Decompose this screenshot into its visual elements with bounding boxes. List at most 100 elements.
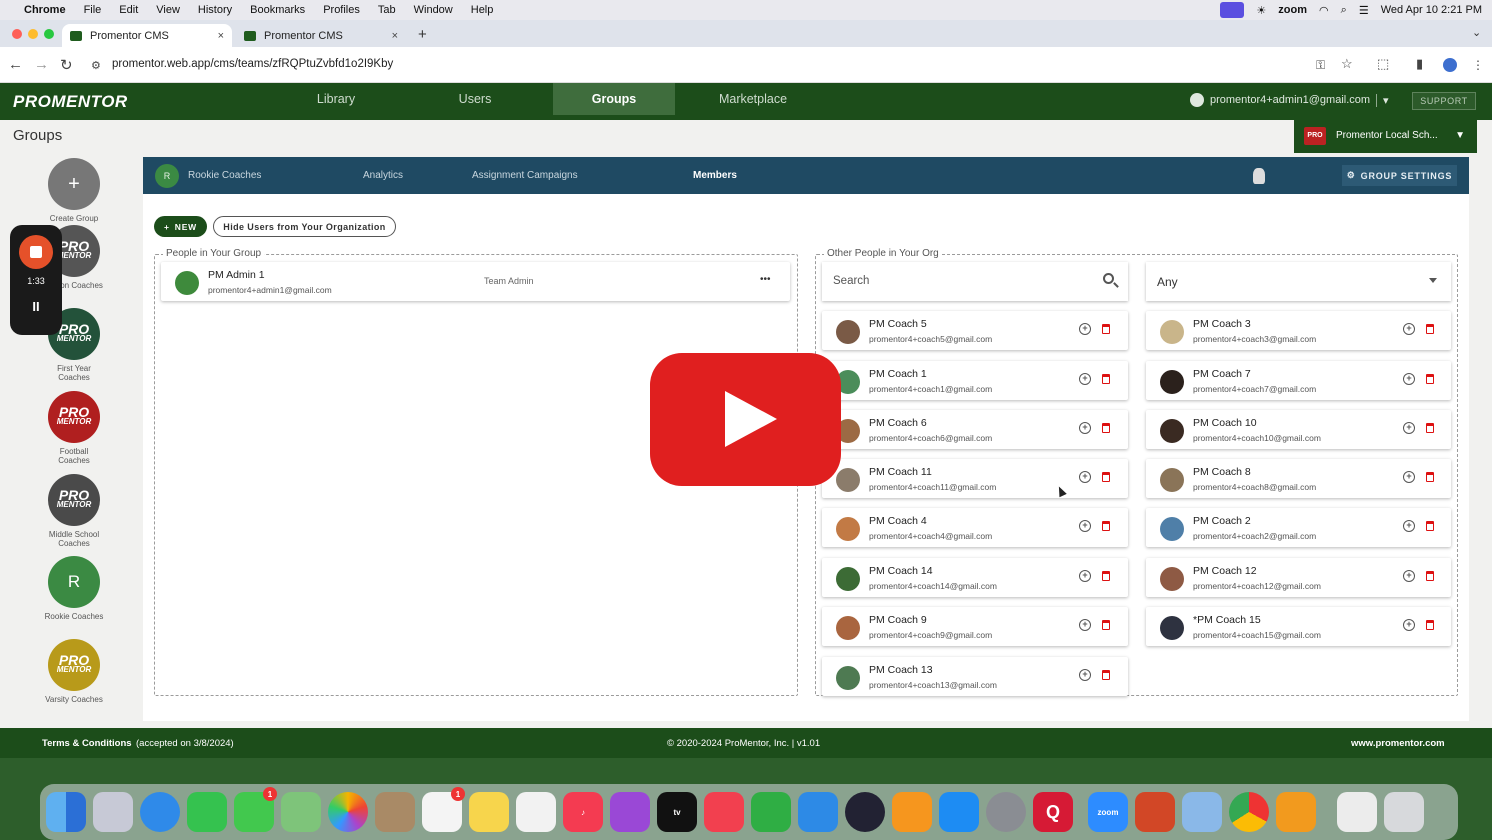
add-member-icon[interactable]: +: [1079, 422, 1091, 434]
pages-icon[interactable]: [892, 792, 932, 832]
add-member-icon[interactable]: +: [1403, 619, 1415, 631]
reload-icon[interactable]: ↻: [60, 56, 73, 74]
bookmark-star-icon[interactable]: ☆: [1341, 56, 1353, 72]
menu-window[interactable]: Window: [414, 4, 453, 16]
chrome-menu-icon[interactable]: ⋮: [1472, 58, 1484, 72]
maps-icon[interactable]: [281, 792, 321, 832]
contacts-icon[interactable]: [375, 792, 415, 832]
nav-groups[interactable]: Groups: [553, 83, 675, 115]
pause-button[interactable]: II: [10, 299, 62, 314]
tab-analytics[interactable]: Analytics: [363, 170, 403, 181]
org-person-card[interactable]: PM Coach 2 promentor4+coach2@gmail.com +: [1146, 508, 1451, 547]
messages-icon[interactable]: 1: [234, 787, 277, 832]
add-member-icon[interactable]: +: [1079, 323, 1091, 335]
menu-view[interactable]: View: [156, 4, 180, 16]
delete-icon[interactable]: [1426, 423, 1434, 433]
wifi-icon[interactable]: ◠: [1319, 4, 1329, 17]
delete-icon[interactable]: [1102, 324, 1110, 334]
menu-help[interactable]: Help: [471, 4, 494, 16]
menu-bookmarks[interactable]: Bookmarks: [250, 4, 305, 16]
delete-icon[interactable]: [1102, 670, 1110, 680]
delete-icon[interactable]: [1426, 374, 1434, 384]
app-store-icon[interactable]: [939, 792, 979, 832]
delete-icon[interactable]: [1102, 472, 1110, 482]
menu-tab[interactable]: Tab: [378, 4, 396, 16]
delete-icon[interactable]: [1102, 521, 1110, 531]
site-info-icon[interactable]: ⚙: [91, 59, 101, 72]
reminders-icon[interactable]: 1: [422, 787, 465, 832]
delete-icon[interactable]: [1426, 324, 1434, 334]
tab-close-icon[interactable]: ×: [218, 30, 224, 42]
delete-icon[interactable]: [1426, 472, 1434, 482]
menu-edit[interactable]: Edit: [119, 4, 138, 16]
photos-icon[interactable]: [328, 792, 368, 832]
group-item-football-coaches[interactable]: PRO MENTOR Football Coaches: [44, 391, 104, 465]
add-member-icon[interactable]: +: [1403, 471, 1415, 483]
add-member-icon[interactable]: +: [1403, 422, 1415, 434]
group-item-rookie-coaches[interactable]: R Rookie Coaches: [44, 556, 104, 621]
search-menu-icon[interactable]: ⌕: [1341, 4, 1347, 17]
window-zoom-button[interactable]: [44, 29, 54, 39]
tab-assignment-campaigns[interactable]: Assignment Campaigns: [472, 170, 578, 181]
trash-icon[interactable]: [1384, 792, 1424, 832]
finder-icon[interactable]: [46, 792, 86, 832]
forward-icon[interactable]: →: [34, 56, 49, 73]
new-tab-button[interactable]: +: [418, 26, 427, 43]
group-settings-button[interactable]: ⚙ GROUP SETTINGS: [1342, 165, 1457, 186]
downloads-stack-icon[interactable]: [1337, 792, 1377, 832]
quip-icon[interactable]: Q: [1033, 792, 1073, 832]
tab-search-icon[interactable]: ⌄: [1472, 26, 1481, 39]
delete-icon[interactable]: [1102, 571, 1110, 581]
browser-tab-active[interactable]: Promentor CMS ×: [62, 24, 232, 47]
group-name[interactable]: Rookie Coaches: [188, 170, 261, 181]
zoom-icon[interactable]: zoom: [1088, 792, 1128, 832]
browser-tab[interactable]: Promentor CMS ×: [236, 24, 406, 47]
org-person-card[interactable]: PM Coach 10 promentor4+coach10@gmail.com…: [1146, 410, 1451, 449]
podcasts-icon[interactable]: [610, 792, 650, 832]
org-selector[interactable]: PRO Promentor Local Sch... ▼: [1294, 118, 1477, 153]
add-member-icon[interactable]: +: [1403, 373, 1415, 385]
terms-link[interactable]: Terms & Conditions: [42, 738, 132, 749]
system-settings-icon[interactable]: [986, 792, 1026, 832]
window-minimize-button[interactable]: [28, 29, 38, 39]
control-center-icon[interactable]: ☰: [1359, 4, 1369, 17]
powerpoint-icon[interactable]: [1135, 792, 1175, 832]
notes-icon[interactable]: [469, 792, 509, 832]
back-icon[interactable]: ←: [8, 56, 23, 73]
org-person-card[interactable]: PM Coach 13 promentor4+coach13@gmail.com…: [822, 657, 1128, 696]
preview-icon[interactable]: [1182, 792, 1222, 832]
chrome-icon[interactable]: [1229, 792, 1269, 832]
delete-icon[interactable]: [1102, 423, 1110, 433]
add-member-icon[interactable]: +: [1079, 520, 1091, 532]
add-member-icon[interactable]: +: [1403, 323, 1415, 335]
nav-marketplace[interactable]: Marketplace: [692, 83, 814, 115]
numbers-icon[interactable]: [751, 792, 791, 832]
delete-icon[interactable]: [1102, 374, 1110, 384]
more-options-icon[interactable]: •••: [760, 274, 771, 285]
filter-select[interactable]: Any: [1146, 262, 1451, 301]
zoom-menu-label[interactable]: zoom: [1278, 4, 1307, 16]
create-group-button[interactable]: + Create Group: [44, 158, 104, 223]
search-input[interactable]: Search: [822, 262, 1128, 301]
org-person-card[interactable]: *PM Coach 15 promentor4+coach15@gmail.co…: [1146, 607, 1451, 646]
quicktime-icon[interactable]: [845, 792, 885, 832]
org-person-card[interactable]: PM Coach 8 promentor4+coach8@gmail.com +: [1146, 459, 1451, 498]
tv-icon[interactable]: tv: [657, 792, 697, 832]
org-person-card[interactable]: PM Coach 11 promentor4+coach11@gmail.com…: [822, 459, 1128, 498]
delete-icon[interactable]: [1426, 620, 1434, 630]
window-close-button[interactable]: [12, 29, 22, 39]
delete-icon[interactable]: [1426, 571, 1434, 581]
facetime-icon[interactable]: [187, 792, 227, 832]
delete-icon[interactable]: [1102, 620, 1110, 630]
support-button[interactable]: SUPPORT: [1412, 92, 1476, 110]
screen-share-icon[interactable]: [1220, 2, 1245, 18]
promentor-logo[interactable]: PROMENTOR: [13, 92, 128, 112]
password-key-icon[interactable]: ⚿: [1316, 58, 1325, 73]
menu-file[interactable]: File: [84, 4, 102, 16]
group-member-card[interactable]: PM Admin 1 promentor4+admin1@gmail.com T…: [161, 262, 790, 301]
menubar-clock[interactable]: Wed Apr 10 2:21 PM: [1381, 4, 1482, 16]
extensions-icon[interactable]: ⬚: [1377, 56, 1389, 72]
menu-profiles[interactable]: Profiles: [323, 4, 360, 16]
profile-avatar-icon[interactable]: [1443, 58, 1457, 72]
video-play-button[interactable]: [650, 353, 841, 486]
